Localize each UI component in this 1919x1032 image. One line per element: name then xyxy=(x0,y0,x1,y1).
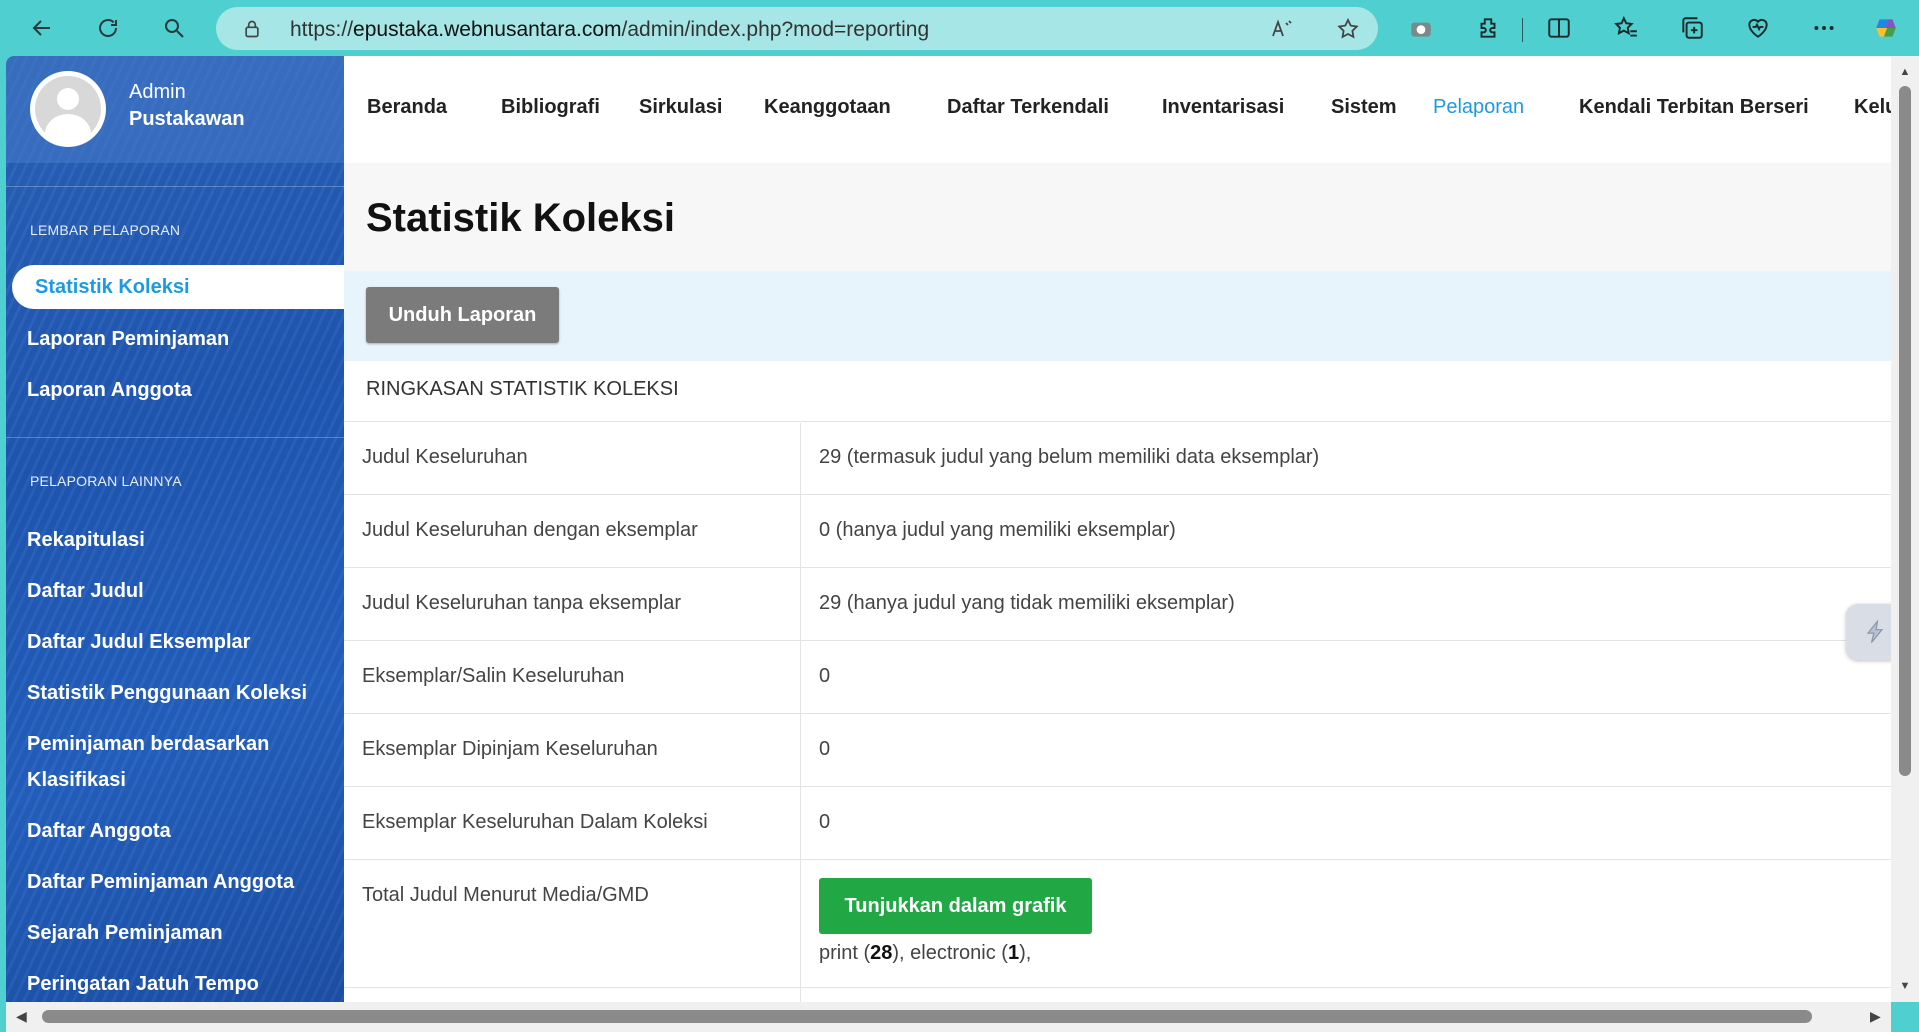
sidebar-item-peminjaman-klasifikasi-line2[interactable]: Klasifikasi xyxy=(27,769,126,792)
collections-icon[interactable] xyxy=(1678,14,1706,42)
row-label: Eksemplar Keseluruhan Dalam Koleksi xyxy=(362,811,708,833)
browser-toolbar: https://epustaka.webnusantara.com/admin/… xyxy=(0,0,1919,56)
lock-icon[interactable] xyxy=(242,19,262,39)
sidebar-item-rekapitulasi[interactable]: Rekapitulasi xyxy=(27,529,145,552)
favorite-star-icon[interactable] xyxy=(1336,17,1360,41)
nav-keanggotaan[interactable]: Keanggotaan xyxy=(764,96,891,119)
sidebar-heading-other-reports: PELAPORAN LAINNYA xyxy=(30,473,182,489)
gmd-suffix: ), xyxy=(1019,942,1032,964)
table-row: Judul Keseluruhan dengan eksemplar 0 (ha… xyxy=(344,494,1891,567)
sidebar-item-daftar-judul[interactable]: Daftar Judul xyxy=(27,580,144,603)
row-label: Judul Keseluruhan tanpa eksemplar xyxy=(362,592,682,614)
row-value: 0 xyxy=(819,738,831,760)
sidebar-item-peminjaman-klasifikasi[interactable]: Peminjaman berdasarkan xyxy=(27,733,269,756)
url-path: /admin/index.php?mod=reporting xyxy=(621,18,930,41)
sidebar-item-daftar-anggota[interactable]: Daftar Anggota xyxy=(27,820,171,843)
screenshot-icon[interactable] xyxy=(1407,14,1435,42)
refresh-icon[interactable] xyxy=(90,10,126,46)
top-navigation: Beranda Bibliografi Sirkulasi Keanggotaa… xyxy=(344,56,1891,163)
table-row: Judul Keseluruhan tanpa eksemplar 29 (ha… xyxy=(344,567,1891,640)
sidebar-divider xyxy=(6,437,344,438)
url-prefix: https:// xyxy=(290,18,354,41)
nav-bibliografi[interactable]: Bibliografi xyxy=(501,96,600,119)
table-row: Eksemplar/Salin Keseluruhan 0 xyxy=(344,640,1891,713)
table-row: Eksemplar Keseluruhan Dalam Koleksi 0 xyxy=(344,786,1891,859)
table-row: Eksemplar Dipinjam Keseluruhan 0 xyxy=(344,713,1891,786)
favorites-icon[interactable] xyxy=(1612,14,1640,42)
sidebar-item-laporan-anggota[interactable]: Laporan Anggota xyxy=(27,379,192,402)
nav-inventarisasi[interactable]: Inventarisasi xyxy=(1162,96,1284,119)
scrollbar-corner xyxy=(1891,1002,1919,1032)
horizontal-scrollbar[interactable]: ◀ ▶ xyxy=(6,1002,1891,1032)
copilot-icon[interactable] xyxy=(1872,14,1900,42)
page-viewport: Admin Pustakawan LEMBAR PELAPORAN Statis… xyxy=(6,56,1891,1002)
row-label: Eksemplar/Salin Keseluruhan xyxy=(362,665,625,687)
avatar xyxy=(30,71,106,147)
nav-kendali-terbitan-berseri[interactable]: Kendali Terbitan Berseri xyxy=(1579,96,1809,119)
row-value: 0 (hanya judul yang memiliki eksemplar) xyxy=(819,519,1176,541)
user-silhouette-icon xyxy=(35,76,101,142)
nav-daftar-terkendali[interactable]: Daftar Terkendali xyxy=(947,96,1109,119)
url-text[interactable]: https://epustaka.webnusantara.com/admin/… xyxy=(290,18,929,42)
show-chart-button[interactable]: Tunjukkan dalam grafik xyxy=(819,878,1092,934)
sidebar-item-daftar-peminjaman-anggota[interactable]: Daftar Peminjaman Anggota xyxy=(27,871,294,894)
address-bar[interactable]: https://epustaka.webnusantara.com/admin/… xyxy=(216,7,1378,50)
vertical-scrollbar[interactable]: ▲ ▼ xyxy=(1891,56,1919,1002)
scroll-up-icon[interactable]: ▲ xyxy=(1899,66,1911,78)
table-row: Total Judul Menurut Media/GMD Tunjukkan … xyxy=(344,859,1891,987)
sidebar-divider xyxy=(6,186,344,187)
row-label: Judul Keseluruhan dengan eksemplar xyxy=(362,519,698,541)
scroll-down-icon[interactable]: ▼ xyxy=(1899,980,1911,992)
gmd-breakdown: print (28), electronic (1), xyxy=(819,942,1031,965)
sidebar-item-daftar-judul-eksemplar[interactable]: Daftar Judul Eksemplar xyxy=(27,631,250,654)
nav-pelaporan[interactable]: Pelaporan xyxy=(1433,96,1524,119)
nav-keluar[interactable]: Kelu xyxy=(1854,96,1891,119)
toolbar-divider xyxy=(1522,18,1523,42)
more-options-icon[interactable] xyxy=(1810,14,1838,42)
table-row xyxy=(344,987,1891,1002)
horizontal-scroll-thumb[interactable] xyxy=(42,1010,1812,1023)
row-value: 29 (hanya judul yang tidak memiliki ekse… xyxy=(819,592,1235,614)
action-bar xyxy=(344,271,1891,361)
sidebar-item-peringatan-jatuh-tempo[interactable]: Peringatan Jatuh Tempo xyxy=(27,973,259,996)
sidebar-item-sejarah-peminjaman[interactable]: Sejarah Peminjaman xyxy=(27,922,223,945)
table-row: Judul Keseluruhan 29 (termasuk judul yan… xyxy=(344,421,1891,494)
user-role: Admin xyxy=(129,81,186,103)
page-title: Statistik Koleksi xyxy=(366,196,676,240)
gmd-electronic-label: ), electronic ( xyxy=(892,942,1008,964)
sidebar-item-statistik-koleksi[interactable]: Statistik Koleksi xyxy=(12,265,344,309)
row-value: 0 xyxy=(819,665,831,687)
scroll-left-icon[interactable]: ◀ xyxy=(16,1008,27,1025)
nav-beranda[interactable]: Beranda xyxy=(367,96,447,119)
split-screen-icon[interactable] xyxy=(1545,14,1573,42)
summary-table: RINGKASAN STATISTIK KOLEKSI Judul Keselu… xyxy=(344,361,1891,1002)
user-name: Pustakawan xyxy=(129,108,245,130)
nav-sirkulasi[interactable]: Sirkulasi xyxy=(639,96,722,119)
read-aloud-icon[interactable] xyxy=(1270,17,1294,41)
sidebar-item-laporan-peminjaman[interactable]: Laporan Peminjaman xyxy=(27,328,229,351)
back-icon[interactable] xyxy=(24,10,60,46)
user-panel: Admin Pustakawan xyxy=(6,56,344,163)
gmd-print-count: 28 xyxy=(870,942,893,964)
row-label: Total Judul Menurut Media/GMD xyxy=(362,884,649,906)
sidebar-heading-reports: LEMBAR PELAPORAN xyxy=(30,222,181,238)
sidebar-item-statistik-penggunaan[interactable]: Statistik Penggunaan Koleksi xyxy=(27,682,307,705)
sidebar: Admin Pustakawan LEMBAR PELAPORAN Statis… xyxy=(6,56,344,1002)
search-icon[interactable] xyxy=(156,10,192,46)
browser-essentials-icon[interactable] xyxy=(1744,14,1772,42)
gmd-print-label: print ( xyxy=(819,942,871,964)
row-label: Eksemplar Dipinjam Keseluruhan xyxy=(362,738,658,760)
url-host: epustaka.webnusantara.com xyxy=(353,18,622,41)
row-value: 29 (termasuk judul yang belum memiliki d… xyxy=(819,446,1320,468)
download-report-button[interactable]: Unduh Laporan xyxy=(366,287,559,343)
nav-sistem[interactable]: Sistem xyxy=(1331,96,1397,119)
summary-heading: RINGKASAN STATISTIK KOLEKSI xyxy=(366,378,679,400)
vertical-scroll-thumb[interactable] xyxy=(1899,86,1911,776)
row-label: Judul Keseluruhan xyxy=(362,446,528,468)
gmd-electronic-count: 1 xyxy=(1007,942,1020,964)
extensions-icon[interactable] xyxy=(1474,14,1502,42)
row-value: 0 xyxy=(819,811,831,833)
scroll-right-icon[interactable]: ▶ xyxy=(1870,1008,1881,1025)
main-content: Statistik Koleksi Unduh Laporan RINGKASA… xyxy=(344,163,1891,1002)
